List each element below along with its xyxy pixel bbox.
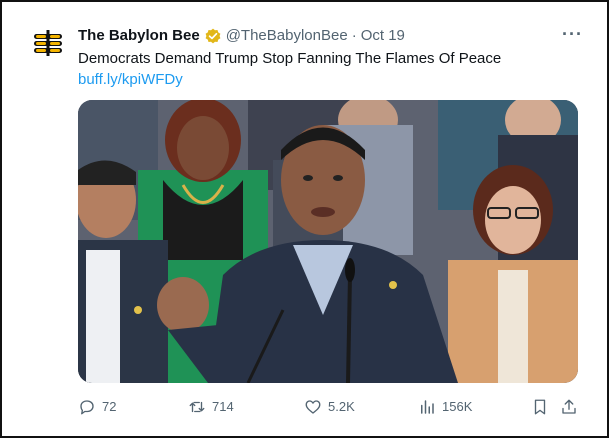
- bookmark-button[interactable]: [531, 396, 555, 418]
- header-separator: ·: [351, 27, 357, 44]
- heart-icon: [305, 400, 321, 414]
- share-button[interactable]: [560, 396, 584, 418]
- share-icon: [562, 399, 576, 414]
- views-chart-icon: [421, 400, 434, 414]
- retweet-icon: [189, 401, 205, 413]
- bookmark-icon: [534, 399, 546, 415]
- retweet-button[interactable]: 714: [188, 396, 234, 418]
- author-name[interactable]: The Babylon Bee: [78, 27, 200, 44]
- tweet-date[interactable]: Oct 19: [361, 27, 405, 44]
- like-count: 5.2K: [328, 399, 355, 414]
- reply-button[interactable]: 72: [78, 396, 116, 418]
- avatar[interactable]: [30, 24, 66, 60]
- tweet-link[interactable]: buff.ly/kpiWFDy: [78, 71, 183, 88]
- retweet-count: 714: [212, 399, 234, 414]
- tweet-media-image[interactable]: [78, 100, 578, 383]
- tweet-header: The Babylon Bee @TheBabylonBee · Oct 19: [78, 27, 405, 44]
- tweet-actions-bar: 72 714 5.2K 156K: [78, 396, 588, 418]
- verified-badge-icon: [205, 28, 221, 44]
- like-button[interactable]: 5.2K: [304, 396, 355, 418]
- tweet-card: The Babylon Bee @TheBabylonBee · Oct 19 …: [0, 0, 609, 438]
- views-button[interactable]: 156K: [418, 396, 472, 418]
- views-count: 156K: [442, 399, 473, 414]
- more-options-button[interactable]: ···: [562, 24, 583, 45]
- press-conference-photo: [78, 100, 578, 383]
- babylon-bee-logo-icon: [30, 24, 66, 60]
- reply-icon: [80, 400, 94, 415]
- tweet-text: Democrats Demand Trump Stop Fanning The …: [78, 50, 502, 67]
- author-handle[interactable]: @TheBabylonBee: [226, 27, 348, 44]
- reply-count: 72: [102, 399, 117, 414]
